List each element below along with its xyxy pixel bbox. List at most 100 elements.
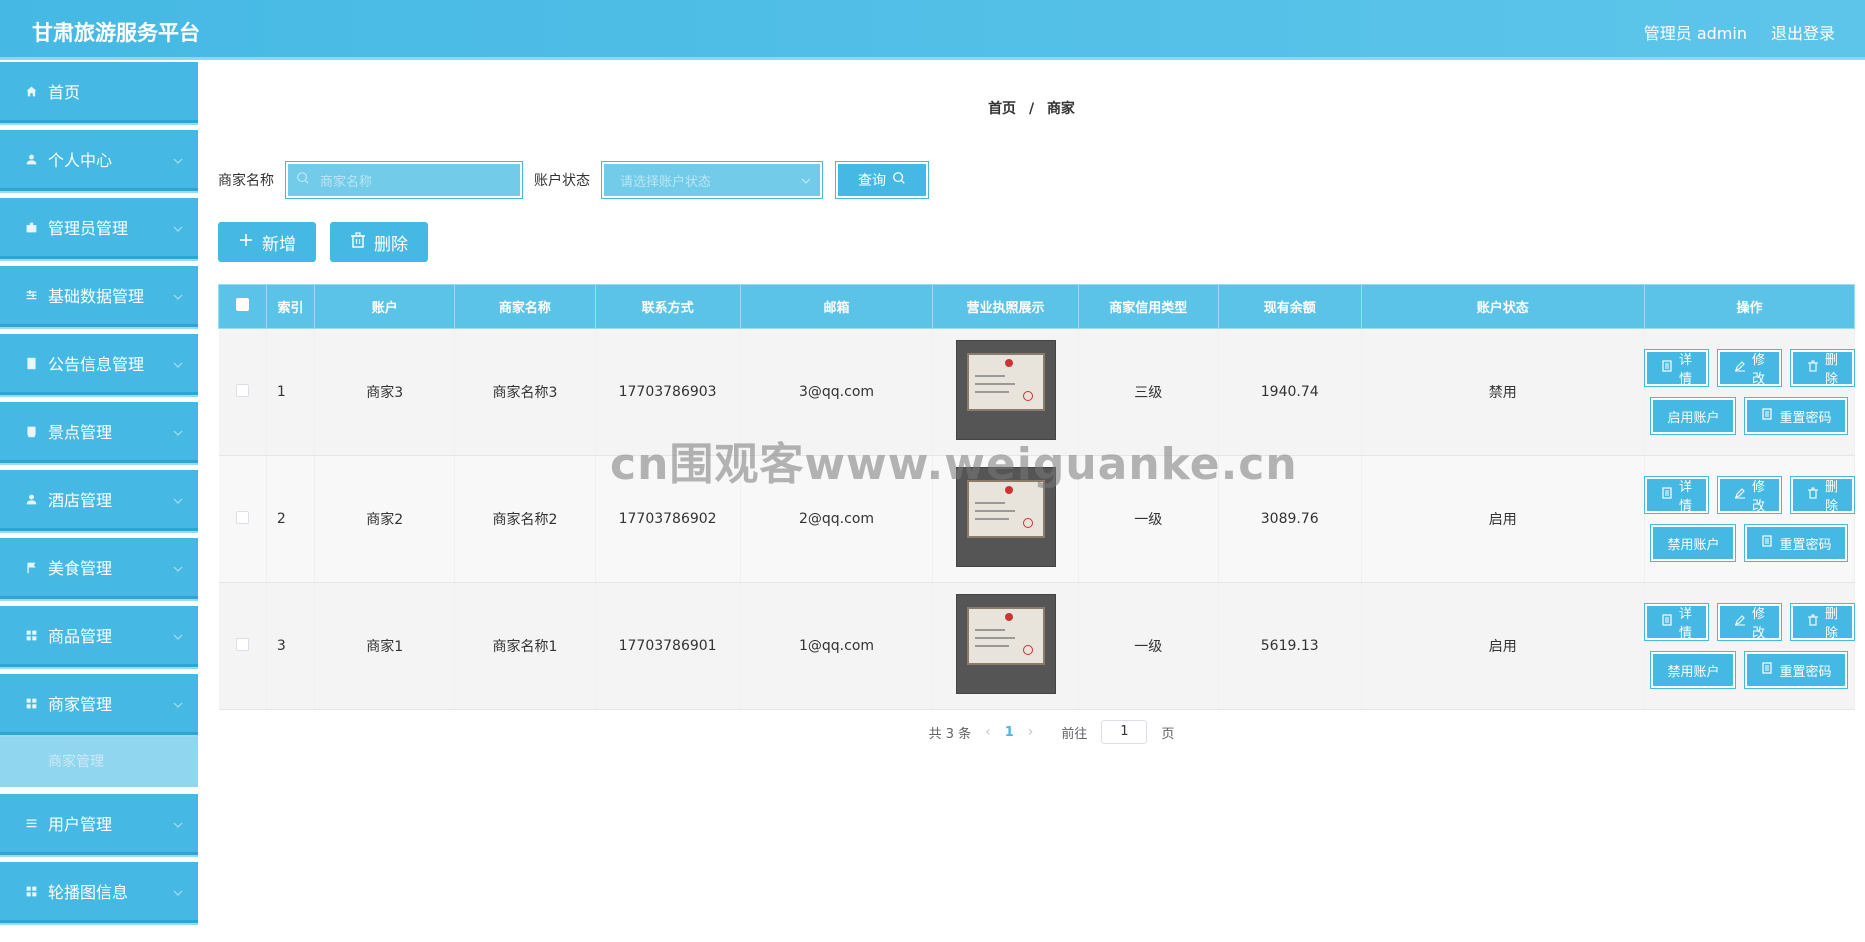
query-button[interactable]: 查询	[835, 161, 929, 199]
sidebar-item[interactable]: 商家管理	[0, 674, 198, 735]
next-page-icon[interactable]: ›	[1028, 724, 1034, 740]
logout-link[interactable]: 退出登录	[1771, 20, 1835, 44]
row-select-cell	[218, 455, 267, 583]
trash-icon	[350, 231, 366, 253]
edit-button[interactable]: 修改	[1716, 603, 1782, 641]
detail-button[interactable]: 详情	[1643, 349, 1709, 387]
chevron-down-icon	[172, 884, 184, 896]
reset-password-button[interactable]: 重置密码	[1744, 524, 1849, 562]
cell-index: 2	[266, 455, 316, 583]
sidebar-item[interactable]: 公告信息管理	[0, 334, 198, 395]
detail-button-label: 详情	[1678, 353, 1692, 387]
edit-button-label: 修改	[1751, 607, 1765, 641]
page-unit-label: 页	[1161, 726, 1175, 742]
sidebar-item-label: 商品管理	[48, 627, 113, 646]
row-delete-button-label: 删除	[1824, 480, 1838, 514]
delete-button[interactable]: 删除	[330, 222, 428, 262]
cell-status: 启用	[1361, 455, 1645, 583]
row-checkbox[interactable]	[235, 383, 249, 397]
trash-icon	[1807, 614, 1819, 630]
merchant-table: 索引 账户 商家名称 联系方式 邮箱 营业执照展示 商家信用类型 现有余额 账户状态 操作 1 商家…	[218, 284, 1856, 710]
delete-button-label: 删除	[374, 234, 408, 255]
operations-cell: 详情 修改 删除禁用账户 重置密码	[1643, 582, 1856, 710]
sidebar-item-label: 美食管理	[48, 559, 113, 578]
goto-page-input[interactable]: 1	[1101, 720, 1148, 744]
column-header: 现有余额	[1217, 284, 1362, 329]
chevron-down-icon	[172, 220, 184, 232]
row-checkbox[interactable]	[235, 510, 249, 524]
action-toolbar: 新增 删除	[218, 222, 428, 262]
sidebar: 首页个人中心管理员管理基础数据管理公告信息管理景点管理酒店管理美食管理商品管理商…	[0, 62, 198, 942]
license-image[interactable]	[955, 340, 1056, 440]
edit-button-label: 修改	[1751, 480, 1765, 514]
detail-button[interactable]: 详情	[1643, 603, 1709, 641]
sidebar-item[interactable]: 首页	[0, 62, 198, 123]
select-all-checkbox[interactable]	[235, 298, 249, 311]
account-status-placeholder: 请选择账户状态	[620, 174, 712, 190]
sidebar-item-label: 公告信息管理	[48, 355, 145, 374]
operations-cell: 详情 修改 删除启用账户 重置密码	[1643, 328, 1856, 456]
edit-button-label: 修改	[1751, 353, 1765, 387]
prev-page-icon[interactable]: ‹	[985, 724, 991, 740]
toggle-account-button[interactable]: 禁用账户	[1650, 524, 1737, 562]
table-row: 3 商家1 商家名称1 17703786901 1@qq.com 一级 5619.13 启用详…	[218, 582, 1856, 710]
edit-button[interactable]: 修改	[1716, 349, 1782, 387]
pagination: 共 3 条 ‹ 1 › 前往 1 页	[198, 720, 1865, 744]
row-delete-button[interactable]: 删除	[1789, 349, 1856, 387]
header-user-area: 管理员 admin 退出登录	[1644, 20, 1835, 44]
sidebar-item-label: 管理员管理	[48, 219, 129, 238]
trash-icon	[1807, 360, 1819, 376]
account-status-select[interactable]: 请选择账户状态	[601, 161, 823, 199]
license-image[interactable]	[955, 594, 1056, 694]
sidebar-item[interactable]: 轮播图信息	[0, 862, 198, 923]
license-image[interactable]	[955, 467, 1056, 567]
cell-account: 商家1	[314, 582, 456, 710]
row-delete-button[interactable]: 删除	[1789, 603, 1856, 641]
cell-balance: 5619.13	[1218, 582, 1362, 710]
cell-phone: 17703786901	[595, 582, 741, 710]
detail-button[interactable]: 详情	[1643, 476, 1709, 514]
edit-button[interactable]: 修改	[1716, 476, 1782, 514]
sidebar-item[interactable]: 个人中心	[0, 130, 198, 191]
cell-credit: 一级	[1078, 582, 1219, 710]
pencil-icon	[1734, 614, 1746, 630]
sidebar-item[interactable]: 商品管理	[0, 606, 198, 667]
row-delete-button[interactable]: 删除	[1789, 476, 1856, 514]
grid-icon	[24, 696, 38, 710]
pencil-icon	[1734, 487, 1746, 503]
cell-index: 3	[266, 582, 316, 710]
reset-password-button[interactable]: 重置密码	[1744, 651, 1849, 689]
trash-icon	[1807, 487, 1819, 503]
search-bar: 商家名称 商家名称 账户状态 请选择账户状态 查询	[218, 161, 929, 199]
column-header: 操作	[1643, 284, 1856, 329]
sidebar-item-label: 用户管理	[48, 815, 113, 834]
sidebar-item[interactable]: 用户管理	[0, 794, 198, 855]
license-cell	[932, 328, 1079, 456]
sidebar-item[interactable]: 酒店管理	[0, 470, 198, 531]
column-header: 营业执照展示	[932, 284, 1079, 329]
row-checkbox[interactable]	[235, 637, 249, 651]
sidebar-item[interactable]: 美食管理	[0, 538, 198, 599]
table-row: 2 商家2 商家名称2 17703786902 2@qq.com 一级 3089.76 启用详…	[218, 455, 1856, 583]
sidebar-item[interactable]: 景点管理	[0, 402, 198, 463]
grid-icon	[24, 884, 38, 898]
cell-phone: 17703786903	[595, 328, 741, 456]
briefcase-icon	[24, 220, 38, 234]
sidebar-subitem-merchant[interactable]: 商家管理	[0, 735, 198, 787]
toggle-account-button[interactable]: 禁用账户	[1650, 651, 1737, 689]
select-all-header	[218, 284, 267, 329]
row-delete-button-label: 删除	[1824, 353, 1838, 387]
reset-password-button[interactable]: 重置密码	[1744, 397, 1849, 435]
admin-user-link[interactable]: 管理员 admin	[1644, 20, 1747, 44]
sidebar-item[interactable]: 基础数据管理	[0, 266, 198, 327]
toggle-account-button-label: 禁用账户	[1667, 537, 1720, 553]
page-number[interactable]: 1	[1005, 725, 1014, 740]
merchant-name-input[interactable]: 商家名称	[285, 161, 523, 199]
add-button[interactable]: 新增	[218, 222, 316, 262]
breadcrumb-current: 商家	[1046, 101, 1075, 117]
breadcrumb-home[interactable]: 首页	[988, 101, 1016, 117]
sidebar-item[interactable]: 管理员管理	[0, 198, 198, 259]
toggle-account-button[interactable]: 启用账户	[1650, 397, 1737, 435]
plus-icon	[238, 232, 254, 253]
cell-email: 2@qq.com	[740, 455, 934, 583]
